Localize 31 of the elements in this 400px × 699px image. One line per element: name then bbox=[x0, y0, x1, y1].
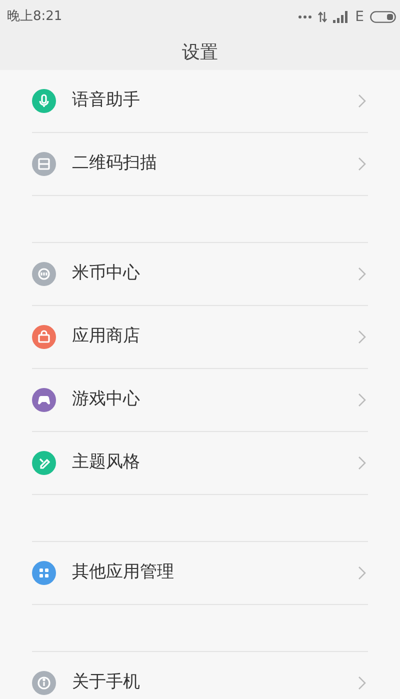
settings-item[interactable]: 关于手机 bbox=[32, 652, 368, 699]
chevron-right-icon bbox=[358, 94, 366, 108]
item-label: 语音助手 bbox=[72, 89, 141, 112]
settings-item[interactable]: 主题风格 bbox=[32, 432, 368, 495]
settings-item[interactable]: 游戏中心 bbox=[32, 369, 368, 432]
item-label: 游戏中心 bbox=[72, 388, 141, 412]
status-time: 晚上8:21 bbox=[7, 8, 62, 26]
chevron-right-icon bbox=[358, 157, 366, 171]
item-label: 米币中心 bbox=[72, 262, 141, 286]
signal-icon bbox=[333, 11, 350, 23]
item-label: 二维码扫描 bbox=[72, 152, 158, 176]
chevron-right-icon bbox=[358, 267, 366, 281]
page-title: 设置 bbox=[182, 40, 218, 64]
network-type: E bbox=[355, 8, 364, 26]
chevron-right-icon bbox=[358, 676, 366, 690]
settings-item[interactable]: 语音助手 bbox=[32, 70, 368, 133]
chevron-right-icon bbox=[358, 393, 366, 407]
more-dots-icon bbox=[298, 15, 312, 19]
item-label: 其他应用管理 bbox=[72, 561, 175, 584]
settings-item[interactable]: 米币中心 bbox=[32, 243, 368, 306]
settings-item[interactable]: 应用商店 bbox=[32, 306, 368, 369]
settings-item[interactable]: 二维码扫描 bbox=[32, 133, 368, 196]
data-transfer-icon bbox=[318, 11, 328, 23]
chevron-right-icon bbox=[358, 566, 366, 580]
battery-icon bbox=[370, 11, 396, 23]
chevron-right-icon bbox=[358, 456, 366, 470]
item-label: 主题风格 bbox=[72, 451, 141, 474]
chevron-right-icon bbox=[358, 330, 366, 344]
settings-item[interactable]: 其他应用管理 bbox=[32, 542, 368, 605]
item-label: 应用商店 bbox=[72, 325, 141, 348]
item-label: 关于手机 bbox=[72, 671, 141, 694]
